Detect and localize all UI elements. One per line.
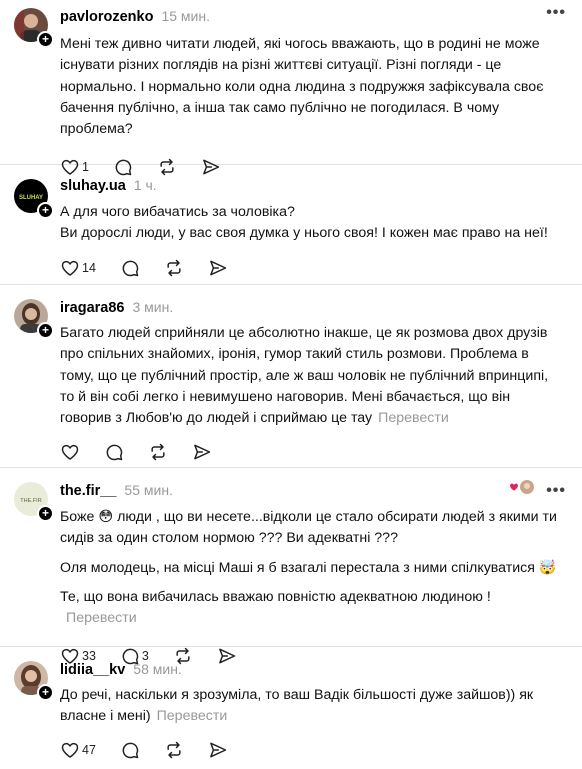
username[interactable]: lidiia__kv [60, 662, 125, 678]
like-count: 47 [82, 742, 96, 757]
comment-header: the.fir__ 55 мин. [60, 482, 564, 502]
author-liked-badge [509, 480, 534, 494]
username[interactable]: pavlorozenko [60, 9, 153, 25]
action-bar [60, 439, 564, 465]
like-button[interactable]: 47 [60, 740, 96, 760]
comment-icon [122, 742, 139, 758]
reply-button[interactable] [104, 442, 124, 462]
repost-icon [151, 444, 165, 461]
comment-text: Боже 😳 люди , що ви несете...відколи це … [60, 509, 557, 547]
comment-text: Оля молодець, на місці Маші я б взагалі … [60, 559, 557, 576]
reply-button[interactable] [120, 258, 140, 278]
action-bar: 14 [60, 255, 564, 281]
comment-post: SLUHAY + sluhay.ua 1 ч. А для чого вибач… [0, 165, 582, 285]
repost-icon [167, 741, 181, 758]
comment-feed: + pavlorozenko 15 мин. ••• Мені теж дивн… [0, 0, 582, 769]
comment-text: Мені теж дивно читати людей, які чогось … [60, 36, 544, 138]
follow-plus-icon[interactable]: + [37, 202, 54, 219]
comment-icon [122, 260, 139, 276]
share-button[interactable] [192, 442, 212, 462]
avatar-container[interactable]: SLUHAY + [14, 179, 54, 219]
comment-text: Ви дорослі люди, у вас своя думка у ньог… [60, 225, 548, 242]
avatar-container[interactable]: + [14, 8, 54, 48]
avatar-logo-text: THE.FIR [20, 498, 41, 504]
timestamp[interactable]: 58 мин. [133, 661, 182, 677]
comment-header: iragara86 3 мин. [60, 299, 564, 319]
translate-link[interactable]: Перевести [157, 708, 228, 724]
translate-link[interactable]: Перевести [66, 610, 137, 626]
heart-icon [61, 742, 79, 758]
username[interactable]: sluhay.ua [60, 178, 126, 194]
repost-button[interactable] [164, 740, 184, 760]
red-heart-icon [510, 483, 518, 491]
avatar-container[interactable]: + [14, 299, 54, 339]
avatar-logo-text: SLUHAY [19, 195, 43, 201]
repost-icon [167, 259, 181, 276]
comment-body: До речі, наскільки я зрозуміла, то ваш В… [60, 685, 564, 728]
more-options-icon[interactable]: ••• [546, 4, 566, 22]
timestamp[interactable]: 15 мин. [161, 8, 210, 24]
comment-text-content: Те, що вона вибачилась вважаю повністю а… [60, 588, 491, 605]
like-count: 14 [82, 260, 96, 275]
timestamp[interactable]: 55 мин. [124, 482, 173, 498]
comment-body: А для чого вибачатись за чоловіка? Ви до… [60, 202, 564, 245]
reply-button[interactable] [120, 740, 140, 760]
comment-text: Багато людей сприйняли це абсолютно інак… [60, 323, 564, 429]
comment-post: THE.FIR + the.fir__ 55 мин. ••• Боже 😳 л… [0, 468, 582, 665]
username[interactable]: the.fir__ [60, 483, 116, 499]
comment-icon [106, 445, 123, 461]
username[interactable]: iragara86 [60, 300, 125, 316]
send-icon [210, 742, 227, 758]
like-button[interactable]: 14 [60, 258, 96, 278]
heart-icon [61, 445, 79, 461]
comment-post: + iragara86 3 мин. Багато людей сприйнял… [0, 285, 582, 468]
more-options-icon[interactable]: ••• [546, 482, 566, 500]
heart-icon [61, 260, 79, 276]
send-icon [210, 260, 227, 276]
comment-text-content: Багато людей сприйняли це абсолютно інак… [60, 325, 549, 427]
send-icon [194, 445, 211, 460]
comment-body: Мені теж дивно читати людей, які чогось … [60, 34, 564, 140]
follow-plus-icon[interactable]: + [37, 684, 54, 701]
comment-text: А для чого вибачатись за чоловіка? [60, 204, 295, 220]
author-avatar-icon [520, 480, 534, 494]
follow-plus-icon[interactable]: + [37, 322, 54, 339]
comment-header: sluhay.ua 1 ч. [60, 177, 564, 197]
share-button[interactable] [208, 258, 228, 278]
comment-post: + pavlorozenko 15 мин. ••• Мені теж дивн… [0, 0, 582, 176]
comment-text: До речі, наскільки я зрозуміла, то ваш В… [60, 685, 564, 728]
timestamp[interactable]: 1 ч. [134, 177, 157, 193]
comment-body: Боже 😳 люди , що ви несете...відколи це … [60, 507, 564, 629]
avatar-container[interactable]: THE.FIR + [14, 482, 54, 522]
avatar-container[interactable]: + [14, 661, 54, 701]
like-button[interactable] [60, 442, 80, 462]
comment-text: Те, що вона вибачилась вважаю повністю а… [60, 587, 564, 630]
timestamp[interactable]: 3 мин. [133, 299, 174, 315]
repost-button[interactable] [164, 258, 184, 278]
repost-button[interactable] [148, 442, 168, 462]
comment-text-content: До речі, наскільки я зрозуміла, то ваш В… [60, 687, 534, 725]
comment-body: Багато людей сприйняли це абсолютно інак… [60, 323, 564, 429]
comment-post: + lidiia__kv 58 мин. До речі, наскільки … [0, 647, 582, 769]
share-button[interactable] [208, 740, 228, 760]
action-bar: 47 [60, 737, 564, 763]
comment-header: lidiia__kv 58 мин. [60, 661, 564, 681]
follow-plus-icon[interactable]: + [37, 505, 54, 522]
comment-header: pavlorozenko 15 мин. [60, 8, 564, 28]
follow-plus-icon[interactable]: + [37, 31, 54, 48]
translate-link[interactable]: Перевести [378, 410, 449, 426]
